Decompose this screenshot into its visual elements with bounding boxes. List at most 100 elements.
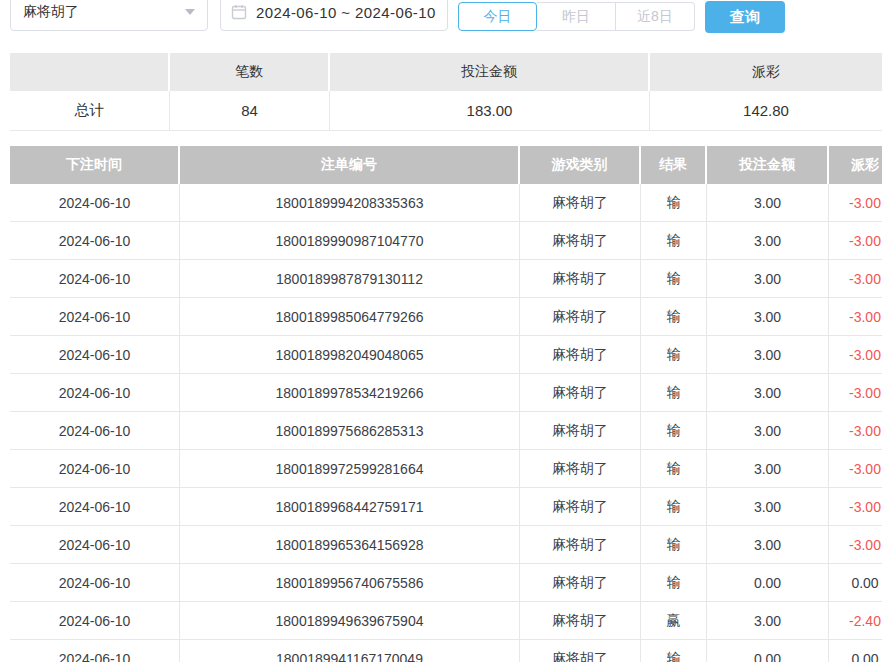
cell-game-type: 麻将胡了 [520,488,641,526]
cell-game-type: 麻将胡了 [520,222,641,260]
cell-payout: 0.00 [829,564,882,602]
cell-bet-time: 2024-06-10 [10,526,180,564]
cell-bet-id: 1800189975686285313 [180,412,520,450]
cell-game-type: 麻将胡了 [520,336,641,374]
cell-bet-amount: 3.00 [707,260,829,298]
table-row: 2024-06-10 1800189987879130112 麻将胡了 输 3.… [10,260,882,298]
header-bet-id: 注单编号 [180,146,520,184]
cell-result: 输 [641,450,707,488]
header-bet-time: 下注时间 [10,146,180,184]
summary-total-label: 总计 [10,91,170,131]
cell-bet-id: 1800189968442759171 [180,488,520,526]
cell-result: 输 [641,412,707,450]
cell-bet-time: 2024-06-10 [10,412,180,450]
cell-payout: 0.00 [829,640,882,662]
table-row: 2024-06-10 1800189972599281664 麻将胡了 输 3.… [10,450,882,488]
table-row: 2024-06-10 1800189956740675586 麻将胡了 输 0.… [10,564,882,602]
cell-bet-id: 1800189941167170049 [180,640,520,662]
calendar-icon [231,4,247,20]
game-select-value: 麻将胡了 [23,3,185,21]
cell-payout: -2.40 [829,602,882,640]
cell-bet-time: 2024-06-10 [10,184,180,222]
summary-header-blank [10,53,170,91]
cell-bet-id: 1800189994208335363 [180,184,520,222]
cell-bet-time: 2024-06-10 [10,222,180,260]
header-bet-amount: 投注金额 [707,146,829,184]
records-table: 下注时间 注单编号 游戏类别 结果 投注金额 派彩 2024-06-10 180… [10,146,882,662]
cell-game-type: 麻将胡了 [520,526,641,564]
last8days-button[interactable]: 近8日 [616,2,695,31]
cell-game-type: 麻将胡了 [520,602,641,640]
cell-bet-amount: 3.00 [707,526,829,564]
cell-payout: -3.00 [829,298,882,336]
cell-game-type: 麻将胡了 [520,564,641,602]
cell-payout: -3.00 [829,374,882,412]
cell-bet-amount: 0.00 [707,640,829,662]
game-select[interactable]: 麻将胡了 [10,0,208,31]
summary-header-count: 笔数 [170,53,330,91]
cell-bet-amount: 3.00 [707,222,829,260]
cell-bet-amount: 3.00 [707,602,829,640]
cell-bet-id: 1800189985064779266 [180,298,520,336]
table-row: 2024-06-10 1800189990987104770 麻将胡了 输 3.… [10,222,882,260]
table-row: 2024-06-10 1800189968442759171 麻将胡了 输 3.… [10,488,882,526]
yesterday-button[interactable]: 昨日 [537,2,616,31]
cell-result: 输 [641,222,707,260]
records-body: 2024-06-10 1800189994208335363 麻将胡了 输 3.… [10,184,882,662]
summary-total-row: 总计 84 183.00 142.80 [10,91,882,131]
cell-bet-time: 2024-06-10 [10,260,180,298]
cell-bet-id: 1800189949639675904 [180,602,520,640]
cell-bet-time: 2024-06-10 [10,564,180,602]
cell-bet-time: 2024-06-10 [10,602,180,640]
cell-bet-time: 2024-06-10 [10,336,180,374]
cell-bet-amount: 3.00 [707,374,829,412]
cell-payout: -3.00 [829,412,882,450]
cell-payout: -3.00 [829,222,882,260]
table-row: 2024-06-10 1800189982049048065 麻将胡了 输 3.… [10,336,882,374]
cell-bet-time: 2024-06-10 [10,450,180,488]
table-row: 2024-06-10 1800189985064779266 麻将胡了 输 3.… [10,298,882,336]
cell-bet-amount: 3.00 [707,298,829,336]
table-row: 2024-06-10 1800189941167170049 麻将胡了 输 0.… [10,640,882,662]
cell-payout: -3.00 [829,526,882,564]
cell-game-type: 麻将胡了 [520,298,641,336]
table-row: 2024-06-10 1800189994208335363 麻将胡了 输 3.… [10,184,882,222]
cell-bet-time: 2024-06-10 [10,640,180,662]
cell-game-type: 麻将胡了 [520,260,641,298]
cell-game-type: 麻将胡了 [520,640,641,662]
table-row: 2024-06-10 1800189975686285313 麻将胡了 输 3.… [10,412,882,450]
query-button[interactable]: 查询 [705,1,785,33]
cell-bet-time: 2024-06-10 [10,298,180,336]
cell-bet-id: 1800189956740675586 [180,564,520,602]
summary-header-payout: 派彩 [650,53,882,91]
table-row: 2024-06-10 1800189949639675904 麻将胡了 赢 3.… [10,602,882,640]
header-game-type: 游戏类别 [520,146,641,184]
cell-bet-amount: 3.00 [707,488,829,526]
today-button[interactable]: 今日 [458,2,537,31]
cell-bet-amount: 3.00 [707,336,829,374]
cell-bet-time: 2024-06-10 [10,488,180,526]
cell-result: 输 [641,374,707,412]
cell-payout: -3.00 [829,184,882,222]
summary-table: 笔数 投注金额 派彩 总计 84 183.00 142.80 [10,53,882,131]
cell-game-type: 麻将胡了 [520,450,641,488]
cell-bet-amount: 3.00 [707,450,829,488]
date-shortcut-group: 今日 昨日 近8日 [458,2,695,31]
header-result: 结果 [641,146,707,184]
cell-bet-id: 1800189987879130112 [180,260,520,298]
summary-header-row: 笔数 投注金额 派彩 [10,53,882,91]
cell-payout: -3.00 [829,450,882,488]
date-range-input[interactable]: 2024-06-10 ~ 2024-06-10 [220,0,448,31]
cell-bet-amount: 0.00 [707,564,829,602]
cell-bet-time: 2024-06-10 [10,374,180,412]
cell-payout: -3.00 [829,260,882,298]
cell-result: 输 [641,640,707,662]
cell-bet-amount: 3.00 [707,184,829,222]
cell-result: 赢 [641,602,707,640]
cell-result: 输 [641,184,707,222]
cell-bet-id: 1800189978534219266 [180,374,520,412]
table-row: 2024-06-10 1800189978534219266 麻将胡了 输 3.… [10,374,882,412]
cell-payout: -3.00 [829,488,882,526]
cell-payout: -3.00 [829,336,882,374]
cell-bet-id: 1800189972599281664 [180,450,520,488]
